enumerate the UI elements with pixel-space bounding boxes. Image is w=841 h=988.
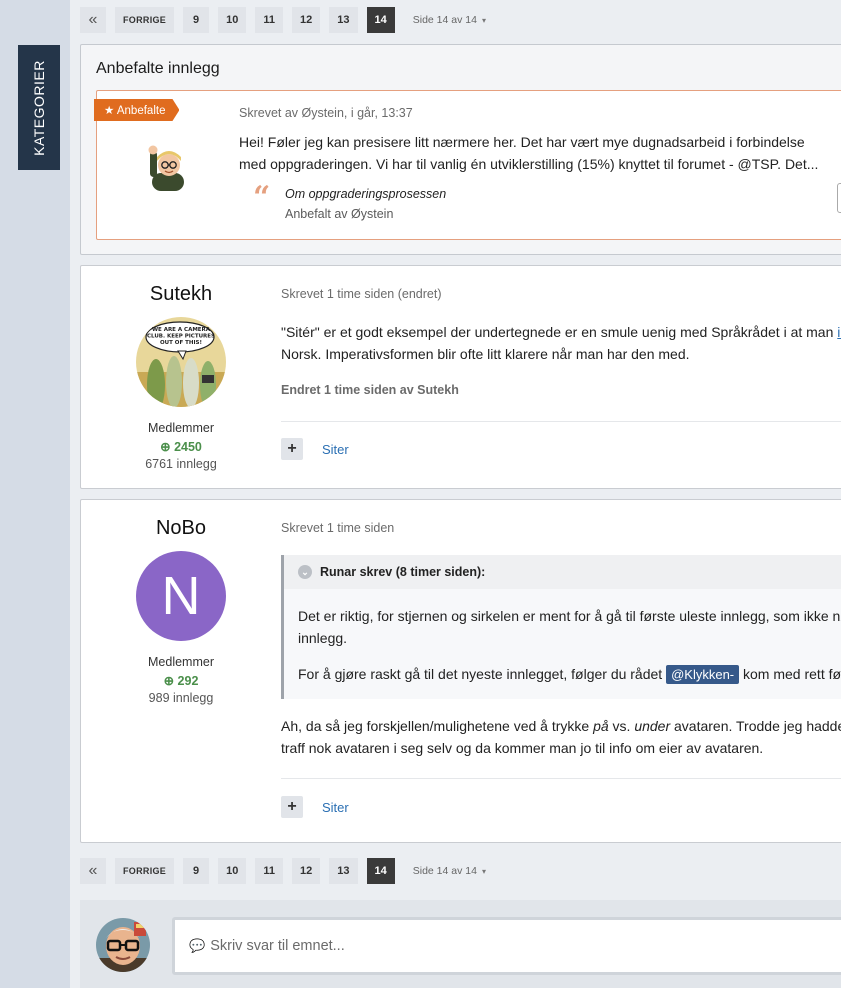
- plus-circle-icon: ⊕: [160, 440, 175, 454]
- post-count: 989 innlegg: [148, 691, 214, 705]
- page-jump-dropdown[interactable]: Side 14 av 14 ▾: [413, 865, 486, 877]
- recommended-posts-panel: Anbefalte innlegg ★ Anbefalte Skrevet av…: [80, 44, 841, 255]
- post-text-part: Ah, da så jeg forskjellen/mulighetene ve…: [281, 718, 594, 734]
- reply-placeholder: Skriv svar til emnet...: [210, 938, 345, 954]
- post-nobo: NoBo N Medlemmer ⊕ 292 989 innlegg Skrev…: [80, 499, 841, 843]
- previous-page-button[interactable]: FORRIGE: [115, 858, 175, 884]
- caret-down-icon: ▾: [481, 15, 486, 25]
- avatar[interactable]: [143, 141, 193, 196]
- post-sutekh: Sutekh WE ARE A CAMERA CLUB. KEEP PICTURE…: [80, 265, 841, 489]
- page-jump-dropdown[interactable]: Side 14 av 14 ▾: [413, 14, 486, 26]
- post-content: "Sitér" er et godt eksempel der underteg…: [281, 321, 841, 365]
- reputation-badge: ⊕ 2450: [81, 439, 281, 454]
- first-page-icon[interactable]: «: [80, 7, 106, 33]
- post-text-part: avataren. Trodde jeg hadde: [670, 718, 841, 734]
- recommended-action-button[interactable]: [837, 183, 841, 213]
- recommended-post-line-2: med oppgraderingen. Vi har til vanlig én…: [239, 156, 819, 172]
- pagination-bottom: « FORRIGE 9 10 11 12 13 14 Side 14 av 14…: [80, 858, 486, 884]
- caret-down-icon: ▾: [481, 866, 486, 876]
- post-line-1-text: "Sitér" er et godt eksempel der underteg…: [281, 324, 838, 340]
- user-mention[interactable]: @Klykken-: [666, 665, 740, 684]
- post-emphasis: på: [593, 718, 609, 734]
- member-group: Medlemmer: [148, 421, 214, 435]
- reputation-value: 292: [177, 674, 199, 688]
- avatar[interactable]: N: [136, 551, 226, 641]
- page-9-button[interactable]: 9: [183, 7, 210, 33]
- chevron-down-icon: ⌄: [298, 565, 312, 579]
- quoted-post: ⌄ Runar skrev (8 timer siden): Det er rik…: [281, 555, 841, 699]
- categories-tab-label: KATEGORIER: [31, 59, 48, 156]
- page-14-button[interactable]: 14: [366, 858, 395, 884]
- quote-icon: “: [253, 180, 271, 215]
- categories-tab[interactable]: KATEGORIER: [18, 45, 60, 170]
- page-12-button[interactable]: 12: [292, 7, 321, 33]
- page-11-button[interactable]: 11: [255, 7, 283, 33]
- reply-input[interactable]: 💬 Skriv svar til emnet...: [172, 917, 841, 975]
- recommended-post-line-1: Hei! Føler jeg kan presisere litt nærmer…: [239, 134, 805, 150]
- page-14-button[interactable]: 14: [366, 7, 395, 33]
- previous-page-button[interactable]: FORRIGE: [115, 7, 175, 33]
- page-info-label: Side 14 av 14: [412, 865, 477, 877]
- quote-header-text: Runar skrev (8 timer siden):: [320, 565, 486, 579]
- recommended-post-card[interactable]: ★ Anbefalte Skrevet av Øystein, i går, 1…: [96, 90, 841, 240]
- quote-button[interactable]: Siter: [322, 442, 349, 457]
- multiquote-plus-button[interactable]: +: [281, 796, 303, 818]
- post-line-2: traff nok avataren i seg selv og da komm…: [281, 740, 764, 756]
- page-info-label: Side 14 av 14: [412, 14, 477, 26]
- quote-line-3: For å gjøre raskt gå til det nyeste innl…: [298, 663, 841, 686]
- recommended-posts-title: Anbefalte innlegg: [96, 60, 220, 77]
- quote-header[interactable]: ⌄ Runar skrev (8 timer siden):: [284, 555, 841, 589]
- quote-line-3-before: For å gjøre raskt gå til det nyeste innl…: [298, 666, 667, 682]
- post-content: Ah, da så jeg forskjellen/mulighetene ve…: [281, 715, 841, 759]
- member-group: Medlemmer: [148, 655, 214, 669]
- post-line-1: Ah, da så jeg forskjellen/mulighetene ve…: [281, 715, 841, 737]
- page-13-button[interactable]: 13: [329, 858, 358, 884]
- post-author-name[interactable]: Sutekh: [81, 283, 281, 306]
- quote-button[interactable]: Siter: [322, 800, 349, 815]
- quote-line-3-after: kom med rett før: [739, 666, 841, 682]
- current-user-avatar[interactable]: [96, 918, 150, 977]
- post-divider: [281, 778, 841, 779]
- post-emphasis: under: [634, 718, 671, 734]
- page-12-button[interactable]: 12: [292, 858, 321, 884]
- first-page-icon[interactable]: «: [80, 858, 106, 884]
- post-author-name[interactable]: NoBo: [81, 517, 281, 540]
- post-meta: Skrevet 1 time siden (endret): [281, 287, 442, 301]
- page-11-button[interactable]: 11: [255, 858, 283, 884]
- recommendation-author: Anbefalt av Øystein: [285, 207, 394, 221]
- quote-line-1: Det er riktig, for stjernen og sirkelen …: [298, 608, 841, 624]
- post-count: 6761 innlegg: [145, 457, 217, 471]
- quote-line-2: innlegg.: [298, 630, 348, 646]
- recommended-post-excerpt[interactable]: Hei! Føler jeg kan presisere litt nærmer…: [239, 131, 841, 175]
- plus-circle-icon: ⊕: [163, 674, 178, 688]
- recommended-post-meta: Skrevet av Øystein, i går, 13:37: [239, 106, 413, 120]
- post-text-part: vs.: [608, 718, 635, 734]
- page-13-button[interactable]: 13: [329, 7, 358, 33]
- post-inline-link[interactable]: ikke: [837, 324, 841, 340]
- post-line-1: "Sitér" er et godt eksempel der underteg…: [281, 321, 841, 343]
- post-divider: [281, 421, 841, 422]
- reputation-badge: ⊕ 292: [81, 673, 281, 688]
- avatar[interactable]: WE ARE A CAMERA CLUB. KEEP PICTURES OUT OF…: [136, 317, 226, 412]
- page-10-button[interactable]: 10: [218, 7, 247, 33]
- post-meta: Skrevet 1 time siden: [281, 521, 395, 535]
- page-10-button[interactable]: 10: [218, 858, 247, 884]
- speech-bubble-icon: 💬: [189, 938, 206, 953]
- edited-notice: Endret 1 time siden av Sutekh: [281, 383, 459, 397]
- recommended-badge: ★ Anbefalte: [94, 99, 179, 121]
- page-9-button[interactable]: 9: [183, 858, 210, 884]
- recommendation-title: Om oppgraderingsprosessen: [285, 187, 447, 201]
- post-line-2: Norsk. Imperativsformen blir ofte litt k…: [281, 346, 690, 362]
- multiquote-plus-button[interactable]: +: [281, 438, 303, 460]
- pagination-top: « FORRIGE 9 10 11 12 13 14 Side 14 av 14…: [80, 7, 486, 33]
- reputation-value: 2450: [174, 440, 202, 454]
